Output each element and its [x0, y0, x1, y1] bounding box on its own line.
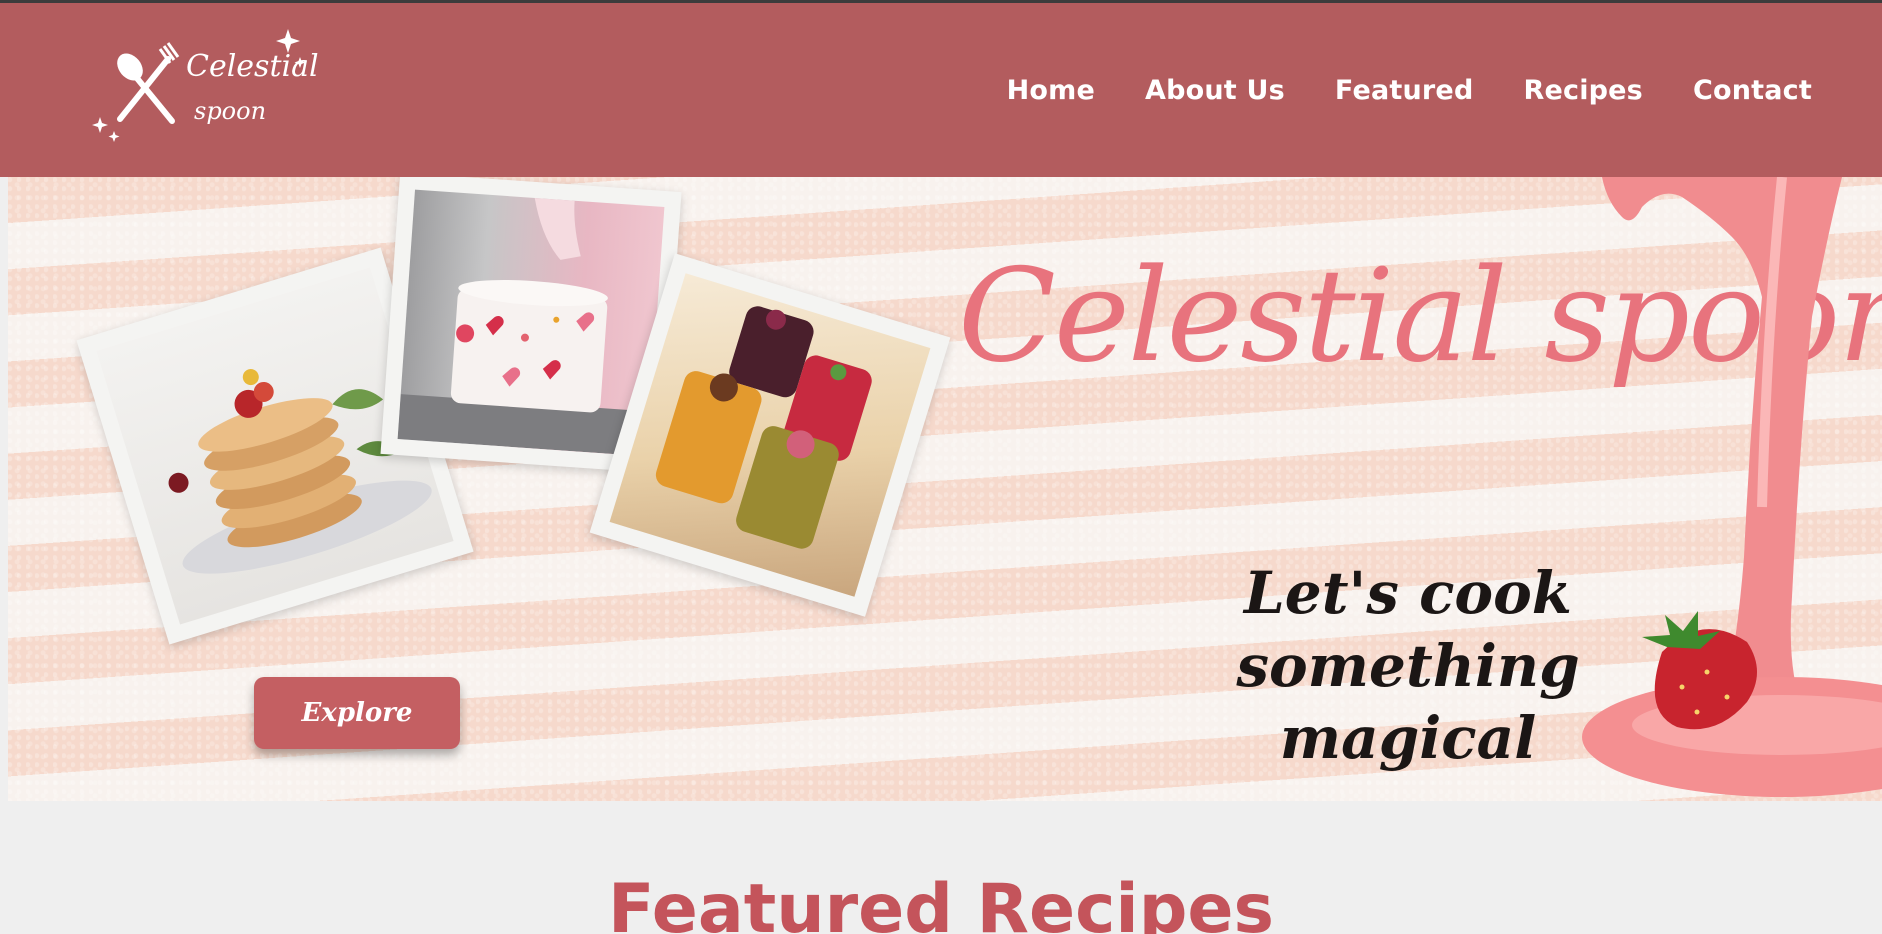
logo-text-celestial: Celestial: [186, 49, 319, 84]
featured-recipes-title: Featured Recipes: [608, 870, 1274, 934]
logo[interactable]: Celestial spoon: [92, 27, 319, 147]
nav-featured[interactable]: Featured: [1335, 75, 1474, 106]
nav-contact[interactable]: Contact: [1693, 75, 1812, 106]
nav-home[interactable]: Home: [1007, 75, 1095, 106]
nav-recipes[interactable]: Recipes: [1523, 75, 1642, 106]
logo-text-spoon: spoon: [194, 97, 267, 125]
site-header: Celestial spoon Home About Us Featured R…: [0, 3, 1882, 177]
explore-button[interactable]: Explore: [254, 677, 460, 749]
spoon-fork-icon: [92, 29, 306, 142]
hero-banner: Celestial spoon Let's cook something mag…: [8, 177, 1882, 801]
main-nav: Home About Us Featured Recipes Contact: [1007, 75, 1812, 106]
nav-about-us[interactable]: About Us: [1145, 75, 1285, 106]
strawberry-milk-drip-illustration: [1582, 177, 1882, 797]
